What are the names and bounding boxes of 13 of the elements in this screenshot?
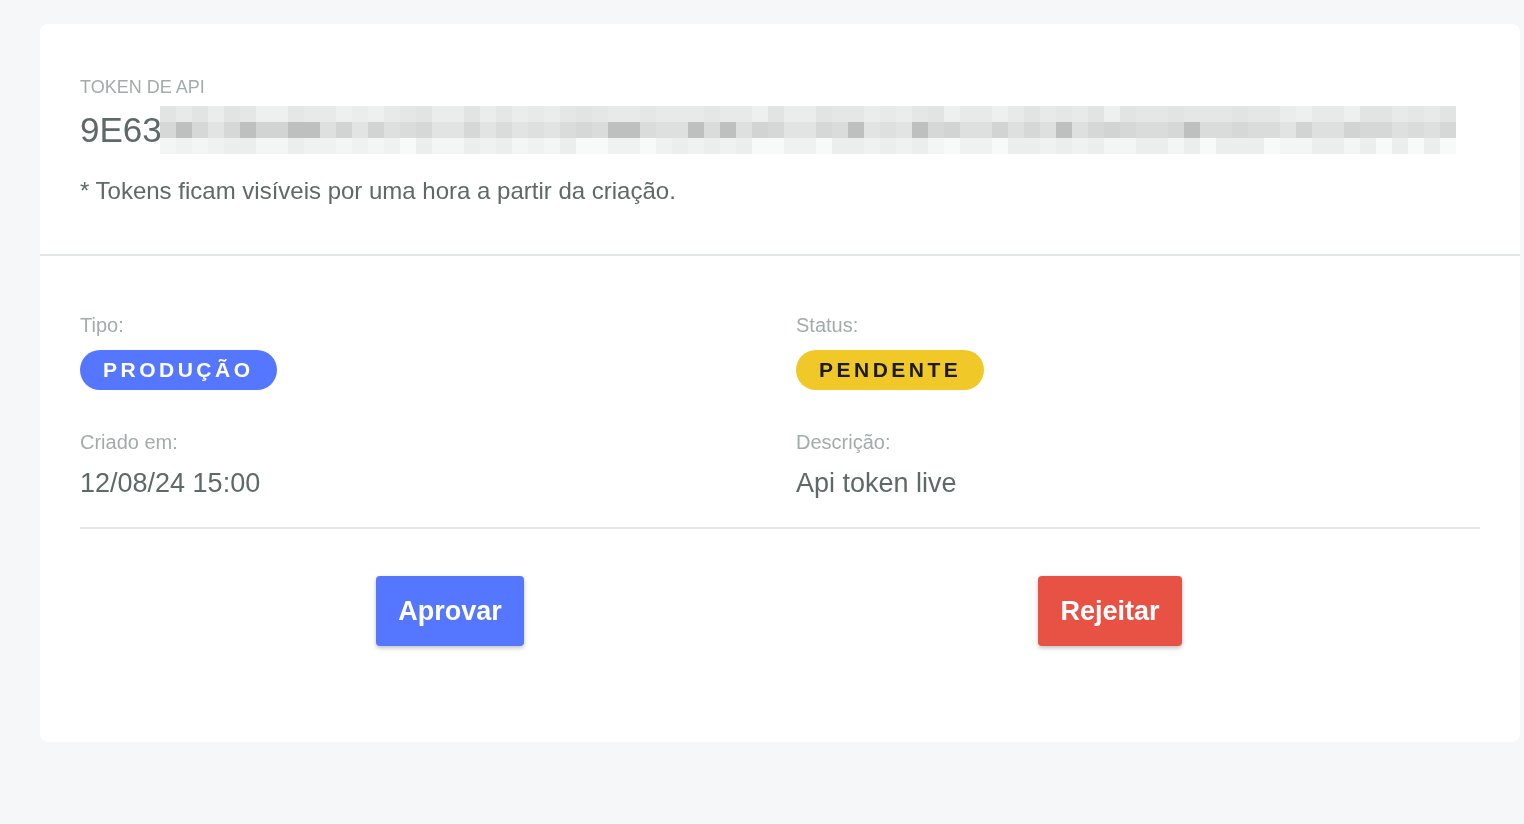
token-label: TOKEN DE API [80,76,206,98]
detail-label: Tipo: [80,313,125,337]
approve-button[interactable]: Aprovar [376,576,524,646]
detail-label: Descrição: [796,430,892,454]
detail-value: 12/08/24 15:00 [80,467,262,499]
reject-button[interactable]: Rejeitar [1038,576,1182,646]
status-badge: PENDENTE [796,350,985,390]
detail-label: Criado em: [80,430,179,454]
status-badge: PRODUÇÃO [80,350,277,390]
detail-label: Status: [796,313,860,337]
detail-value: Api token live [796,467,958,499]
token-note: * Tokens ficam visíveis por uma hora a partir da criação. [80,176,677,206]
token-value: 9E63 [80,109,162,151]
